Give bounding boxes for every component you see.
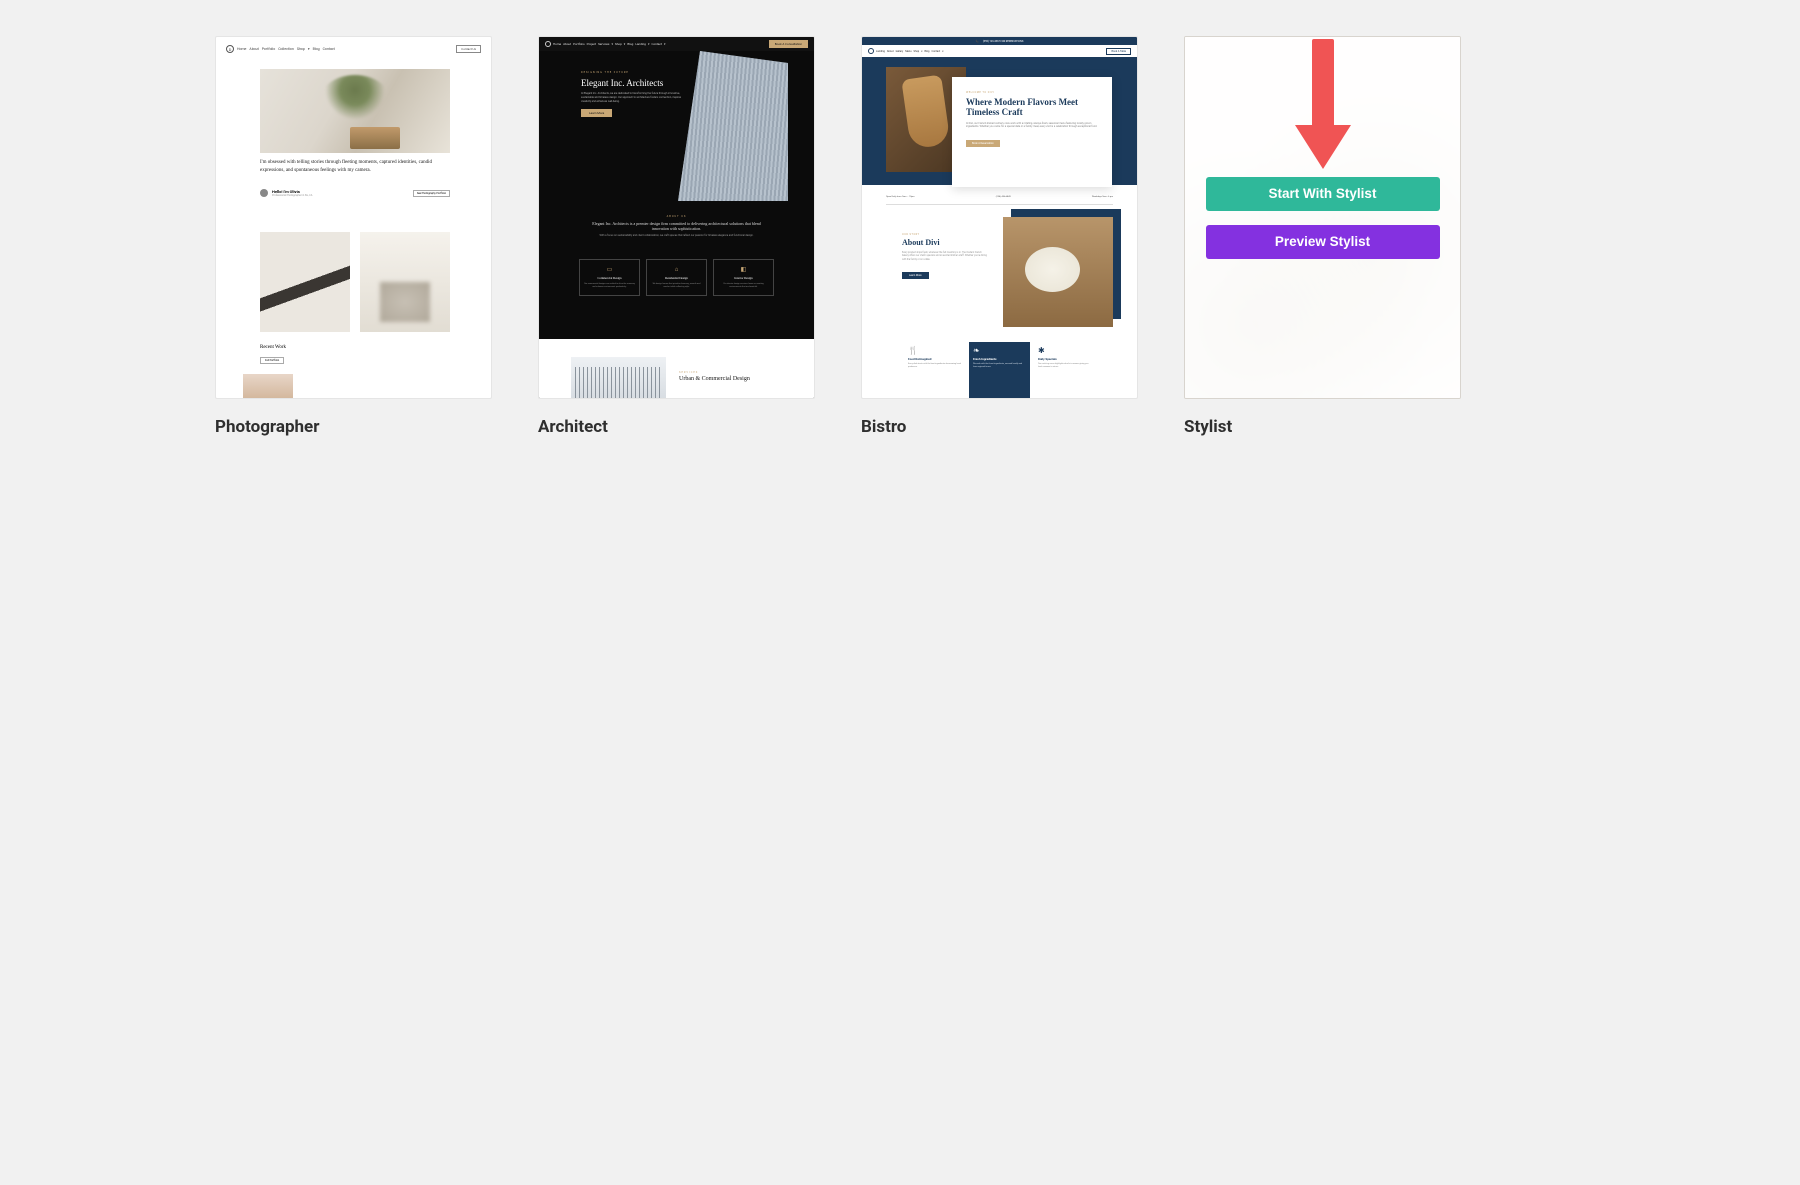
template-card-bistro: 📞(555) 123-4567 FOR RESERVATIONS Landing…: [861, 36, 1138, 437]
thumb-about: OUR STORY About Divi Every product ships…: [902, 233, 987, 280]
thumb-author: Hello! I'm Olivia Professional Photograp…: [260, 189, 450, 197]
template-title: Bistro: [861, 417, 1138, 437]
thumb-hero-image: [260, 69, 450, 153]
template-thumb-photographer[interactable]: D Home About Portfolio Collection Shop ▾…: [215, 36, 492, 399]
thumb-gallery: [260, 232, 450, 332]
start-with-template-button[interactable]: Start With Stylist: [1206, 177, 1440, 211]
thumb-hero-card: WELCOME TO DIVI Where Modern Flavors Mee…: [952, 77, 1112, 187]
thumb-info-bar: Open Daily from 9am – 10pm (234) 456-684…: [886, 189, 1113, 205]
logo-icon: D: [226, 45, 234, 53]
preview-template-button[interactable]: Preview Stylist: [1206, 225, 1440, 259]
arrow-down-icon: [1295, 37, 1351, 179]
template-card-stylist: Start With Stylist Preview Stylist Styli…: [1184, 36, 1461, 437]
thumb-feature-cards: ▭Commercial DesignOur commercial designs…: [579, 259, 774, 296]
template-thumb-stylist[interactable]: Start With Stylist Preview Stylist: [1184, 36, 1461, 399]
thumb-nav: Home About Portfolio Project Services▾ S…: [539, 37, 814, 51]
thumb-section2: SERVICES Urban & Commercial Design: [679, 371, 799, 384]
template-card-photographer: D Home About Portfolio Collection Shop ▾…: [215, 36, 492, 437]
thumb-nav: Landing About Gallery Menu Shop▾ Blog Co…: [862, 45, 1137, 57]
thumb-nav: D Home About Portfolio Collection Shop ▾…: [216, 41, 491, 57]
avatar-icon: [260, 189, 268, 197]
thumb-topbar: 📞(555) 123-4567 FOR RESERVATIONS: [862, 37, 1137, 45]
template-title: Photographer: [215, 417, 492, 437]
thumb-tagline: I'm obsessed with telling stories throug…: [260, 159, 450, 174]
thumb-about: ABOUT US Elegant Inc. Architects is a pr…: [539, 215, 814, 238]
template-hover-overlay: Start With Stylist Preview Stylist: [1185, 37, 1460, 398]
logo-icon: [545, 41, 551, 47]
template-title: Stylist: [1184, 417, 1461, 437]
template-title: Architect: [538, 417, 815, 437]
template-card-architect: Home About Portfolio Project Services▾ S…: [538, 36, 815, 437]
logo-icon: [868, 48, 874, 54]
thumb-recent-btn: Full Portfolio: [260, 357, 284, 364]
thumb-hero-text: DESIGNING THE FUTURE Elegant Inc. Archit…: [581, 71, 686, 117]
template-thumb-architect[interactable]: Home About Portfolio Project Services▾ S…: [538, 36, 815, 399]
template-thumb-bistro[interactable]: 📞(555) 123-4567 FOR RESERVATIONS Landing…: [861, 36, 1138, 399]
bridge-image: [571, 357, 666, 399]
thumb-feature-tiles: 🍴Food ReimaginedEvery dish starts with t…: [904, 342, 1095, 398]
thumb-recent-heading: Recent Work: [260, 345, 286, 350]
template-grid: D Home About Portfolio Collection Shop ▾…: [0, 0, 1800, 473]
cheese-image: [1003, 217, 1113, 327]
